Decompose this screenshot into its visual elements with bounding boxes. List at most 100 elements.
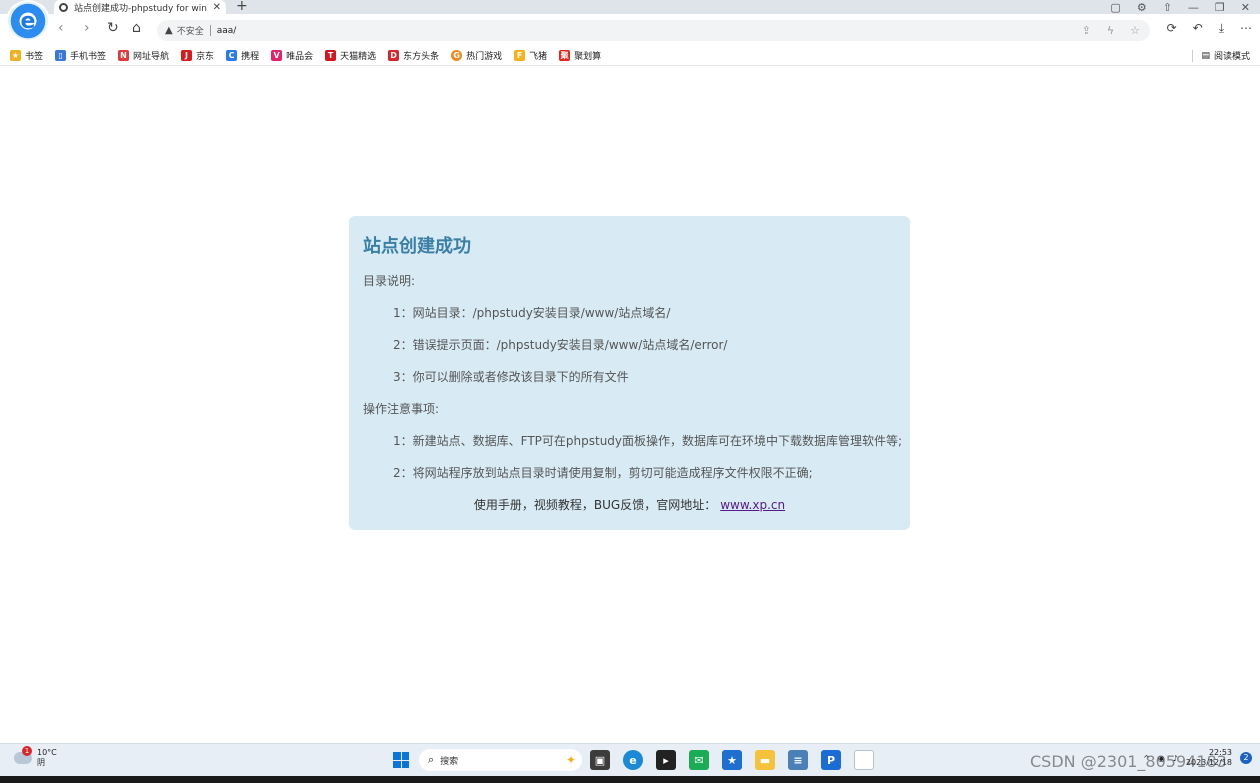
reading-mode-label: 阅读模式 (1213, 52, 1250, 62)
news-icon: D (388, 50, 400, 61)
edge-icon[interactable]: e (623, 750, 643, 770)
directory-heading: 目录说明: (363, 274, 416, 288)
terminal-icon[interactable]: ▸ (656, 750, 676, 770)
bookmark-item[interactable]: 聚聚划算 (559, 49, 601, 62)
bookmark-label: 聚划算 (574, 52, 602, 62)
official-site-link[interactable]: www.xp.cn (720, 498, 785, 512)
warning-icon: ▲ (165, 25, 173, 36)
jd-icon: J (181, 50, 193, 61)
footer-line: 使用手册，视频教程，BUG反馈，官网地址： www.xp.cn (363, 496, 896, 513)
bookmark-label: 飞猪 (529, 52, 548, 62)
bookmark-item[interactable]: G 热门游戏 (451, 49, 502, 62)
url-text[interactable]: aaa/ (217, 26, 237, 36)
weather-temp: 10°C (37, 748, 57, 757)
bookmark-label: 热门游戏 (466, 52, 503, 62)
bookmark-item[interactable]: V 唯品会 (271, 49, 313, 62)
back-icon[interactable]: ‹ (58, 20, 64, 36)
reading-mode-button[interactable]: ▤ 阅读模式 (1192, 49, 1250, 62)
weather-desc: 阴 (37, 758, 45, 767)
directory-item: 2：错误提示页面：/phpstudy安装目录/www/站点域名/error/ (393, 338, 728, 352)
cloud-icon: 1 (14, 746, 32, 764)
weather-badge: 1 (22, 746, 32, 756)
bottom-strip (0, 776, 1260, 783)
vip-icon: V (271, 50, 283, 61)
extension-puzzle-icon[interactable]: ⟳ (1167, 21, 1177, 36)
bookmark-item[interactable]: F 飞猪 (514, 49, 547, 62)
maximize-button[interactable]: ❐ (1215, 1, 1225, 14)
operation-item: 1：新建站点、数据库、FTP可在phpstudy面板操作，数据库可在环境中下载数… (393, 434, 903, 448)
search-icon: ⌕ (428, 753, 435, 766)
extensions-icon[interactable]: ⚙ (1137, 1, 1147, 14)
fliggy-icon: F (514, 50, 526, 61)
site-created-panel: 站点创建成功 目录说明: 1：网站目录：/phpstudy安装目录/www/站点… (349, 216, 910, 530)
operations-heading: 操作注意事项: (363, 402, 440, 416)
window-controls: ▢ ⚙ ⇧ — ❐ ✕ (1110, 0, 1250, 14)
bookmark-label: 天猫精选 (340, 52, 377, 62)
favorites-app-icon[interactable]: ★ (722, 750, 742, 770)
search-highlight-icon: ✦ (565, 753, 576, 767)
address-divider (209, 25, 211, 36)
game-icon: G (451, 50, 463, 61)
directory-item: 1：网站目录：/phpstudy安装目录/www/站点域名/ (393, 306, 671, 320)
operation-item: 2：将网站程序放到站点目录时请使用复制，剪切可能造成程序文件权限不正确; (393, 466, 813, 480)
collections-icon[interactable]: ▢ (1110, 1, 1120, 14)
favorite-star-icon[interactable]: ☆ (1130, 24, 1140, 37)
file-explorer-icon[interactable]: ▬ (755, 750, 775, 770)
task-view-icon[interactable]: ▣ (590, 750, 610, 770)
navigation-icon: N (118, 50, 130, 61)
bookmark-item[interactable]: T 天猫精选 (325, 49, 376, 62)
tab-favicon-icon (59, 2, 68, 12)
pinned-apps: ▣ e ▸ ✉ ★ ▬ ≡ P (590, 750, 874, 770)
bookmarks-bar: ★ 书签 ▯ 手机书签 N 网址导航 J 京东 C 携程 V 唯品会 T 天猫精选 D 东方头条… (0, 46, 1260, 66)
phpstudy-icon[interactable]: P (821, 750, 841, 770)
taskbar-search[interactable]: ⌕ 搜索 ✦ (419, 749, 582, 771)
browser-logo-icon[interactable]: e (8, 2, 48, 40)
juhuasuan-icon: 聚 (559, 50, 571, 61)
bookmark-label: 京东 (196, 52, 215, 62)
download-icon[interactable]: ⤓ (1219, 21, 1224, 36)
undo-icon[interactable]: ↶ (1193, 21, 1203, 36)
minimize-button[interactable]: — (1188, 1, 1199, 14)
csdn-watermark: CSDN @2301_80594183 (1030, 752, 1227, 771)
blank-document-icon[interactable] (854, 750, 874, 770)
bookmarks-divider (1192, 49, 1194, 62)
bookmark-item[interactable]: ★ 书签 (10, 49, 43, 62)
bookmark-item[interactable]: D 东方头条 (388, 49, 439, 62)
bookmark-label: 手机书签 (70, 52, 107, 62)
address-bar[interactable]: ▲ 不安全 aaa/ ⇪ ϟ ☆ (157, 20, 1150, 41)
forward-icon[interactable]: › (84, 20, 90, 36)
bookmark-label: 网址导航 (133, 52, 170, 62)
wechat-icon[interactable]: ✉ (689, 750, 709, 770)
star-icon: ★ (10, 50, 21, 61)
notification-badge[interactable]: 2 (1240, 752, 1252, 764)
tab-close-button[interactable]: ✕ (213, 2, 221, 13)
bookmark-item[interactable]: N 网址导航 (118, 49, 169, 62)
new-tab-button[interactable]: + (236, 0, 248, 14)
tab-title: 站点创建成功-phpstudy for win (74, 3, 208, 14)
phone-icon: ▯ (55, 50, 67, 61)
weather-widget[interactable]: 1 10°C 阴 (14, 746, 57, 768)
notepad-icon[interactable]: ≡ (788, 750, 808, 770)
reload-icon[interactable]: ↻ (107, 20, 119, 36)
bookmark-label: 书签 (25, 52, 44, 62)
directory-item: 3：你可以删除或者修改该目录下的所有文件 (393, 370, 629, 384)
bookmark-label: 携程 (241, 52, 260, 62)
home-icon[interactable]: ⌂ (132, 20, 141, 36)
bookmark-item[interactable]: ▯ 手机书签 (55, 49, 106, 62)
reading-mode-icon: ▤ (1201, 50, 1210, 61)
pin-icon[interactable]: ⇧ (1163, 1, 1172, 14)
bookmark-label: 唯品会 (286, 52, 314, 62)
active-tab[interactable]: 站点创建成功-phpstudy for win ✕ (54, 0, 226, 14)
bookmark-item[interactable]: C 携程 (226, 49, 259, 62)
bookmark-label: 东方头条 (403, 52, 440, 62)
search-placeholder: 搜索 (440, 756, 459, 767)
share-icon[interactable]: ⇪ (1082, 24, 1091, 37)
tmall-icon: T (325, 50, 337, 61)
ctrip-icon: C (226, 50, 238, 61)
bookmark-item[interactable]: J 京东 (181, 49, 214, 62)
more-menu-icon[interactable]: ⋯ (1240, 21, 1252, 36)
close-window-button[interactable]: ✕ (1241, 1, 1250, 14)
lightning-icon[interactable]: ϟ (1107, 24, 1114, 37)
start-button[interactable] (393, 752, 409, 768)
footer-text: 使用手册，视频教程，BUG反馈，官网地址： (473, 498, 717, 512)
